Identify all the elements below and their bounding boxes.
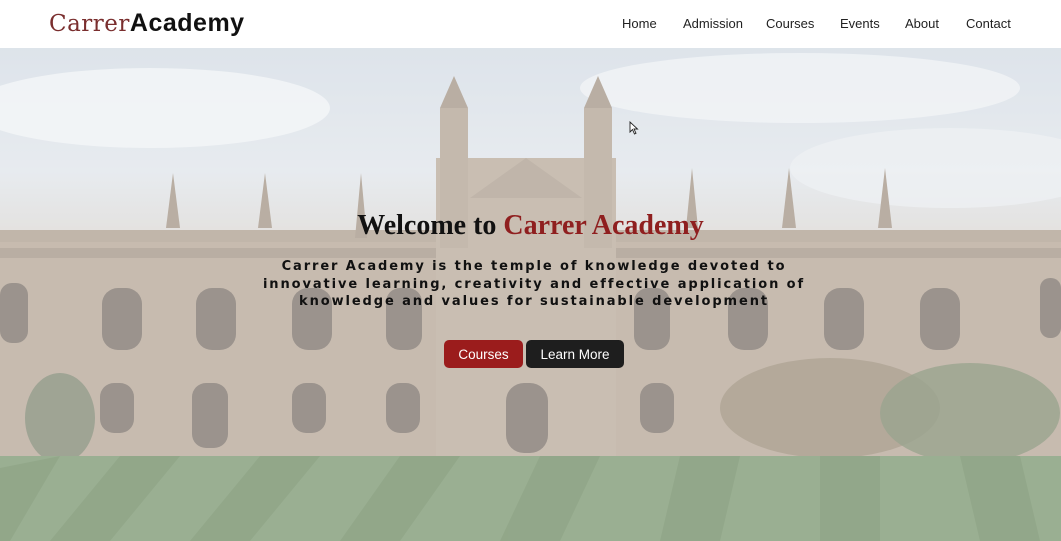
hero-title-prefix: Welcome to	[357, 210, 504, 241]
nav-about[interactable]: About	[905, 16, 939, 31]
nav-events[interactable]: Events	[840, 16, 880, 31]
hero-title: Welcome to Carrer Academy	[0, 210, 1061, 242]
main-nav: Home Admission Courses Events About Cont…	[0, 16, 1061, 36]
hero-title-accent: Carrer Academy	[503, 210, 704, 241]
hero-section: Welcome to Carrer Academy Carrer Academy…	[0, 48, 1061, 541]
courses-button[interactable]: Courses	[444, 340, 523, 368]
mouse-pointer-icon	[629, 121, 639, 135]
nav-contact[interactable]: Contact	[966, 16, 1011, 31]
nav-admission[interactable]: Admission	[683, 16, 743, 31]
learn-more-button[interactable]: Learn More	[526, 340, 624, 368]
nav-home[interactable]: Home	[622, 16, 657, 31]
navbar: CarrerAcademy Home Admission Courses Eve…	[0, 0, 1061, 48]
hero-subtitle: Carrer Academy is the temple of knowledg…	[262, 259, 806, 309]
nav-courses[interactable]: Courses	[766, 16, 814, 31]
